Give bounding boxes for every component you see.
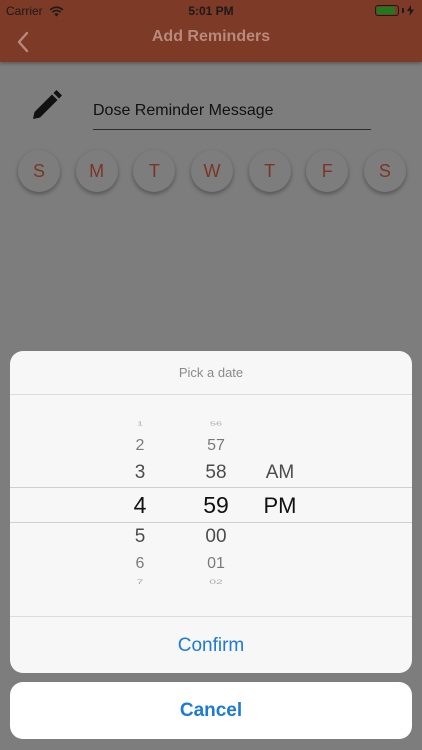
- time-picker-wheel[interactable]: 1 2 3 4 5 6 7 56 57 58 59 00 01 02 AM PM: [10, 395, 412, 615]
- charging-icon: [407, 5, 414, 16]
- cancel-button[interactable]: Cancel: [10, 682, 412, 739]
- day-saturday-button[interactable]: S: [363, 150, 406, 192]
- navigation-bar: Add Reminders: [0, 22, 422, 62]
- picker-option[interactable]: 6: [120, 555, 160, 573]
- picker-option-selected[interactable]: 59: [186, 492, 246, 519]
- picker-option[interactable]: 01: [186, 555, 246, 573]
- picker-option-selected[interactable]: 4: [120, 492, 160, 519]
- status-time: 5:01 PM: [188, 4, 234, 18]
- picker-title: Pick a date: [10, 351, 412, 395]
- day-sunday-button[interactable]: S: [18, 150, 60, 192]
- battery-indicator: [375, 5, 414, 16]
- picker-option[interactable]: AM: [250, 462, 310, 484]
- picker-option[interactable]: 1: [120, 421, 160, 427]
- day-monday-button[interactable]: M: [75, 150, 118, 192]
- picker-option[interactable]: 3: [120, 462, 160, 484]
- picker-option[interactable]: 00: [186, 526, 246, 548]
- minute-column[interactable]: 56 57 58 59 00 01 02: [186, 395, 246, 615]
- weekday-selector: S M T W T F S: [18, 150, 406, 192]
- picker-option[interactable]: 58: [186, 462, 246, 484]
- day-tuesday-button[interactable]: T: [133, 150, 176, 192]
- status-bar: Carrier 5:01 PM: [0, 0, 422, 22]
- confirm-button[interactable]: Confirm: [10, 616, 412, 673]
- pencil-icon: [33, 90, 62, 119]
- picker-option[interactable]: 7: [120, 578, 160, 586]
- picker-option[interactable]: 57: [186, 437, 246, 455]
- date-picker-sheet: Pick a date 1 2 3 4 5 6 7 56 57 58 59 00…: [10, 351, 412, 673]
- hour-column[interactable]: 1 2 3 4 5 6 7: [120, 395, 160, 615]
- page-title: Add Reminders: [151, 28, 271, 45]
- picker-option[interactable]: 02: [186, 578, 246, 586]
- day-thursday-button[interactable]: T: [248, 150, 291, 192]
- period-column[interactable]: AM PM: [250, 395, 310, 615]
- picker-option[interactable]: 5: [120, 526, 160, 548]
- day-wednesday-button[interactable]: W: [190, 150, 233, 192]
- picker-option[interactable]: 2: [120, 437, 160, 455]
- message-underline: [93, 129, 371, 130]
- picker-option[interactable]: 56: [186, 421, 246, 427]
- message-field[interactable]: Dose Reminder Message: [93, 102, 274, 120]
- battery-icon: [375, 5, 399, 16]
- picker-option-selected[interactable]: PM: [250, 493, 310, 519]
- day-friday-button[interactable]: F: [306, 150, 349, 192]
